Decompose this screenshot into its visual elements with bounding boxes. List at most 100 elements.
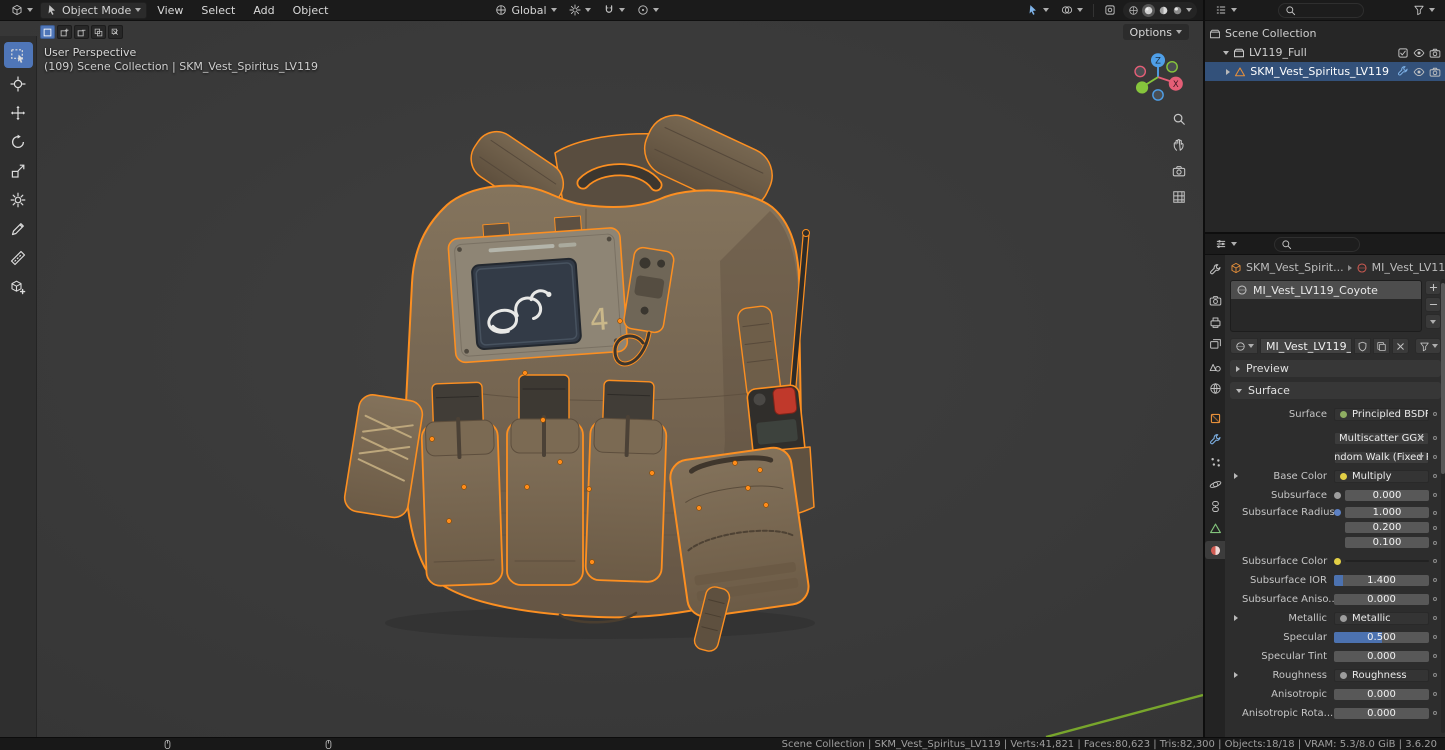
navigation-gizmo[interactable]: Z X: [1126, 49, 1190, 109]
animate-dot[interactable]: [1433, 455, 1437, 459]
select-mode-new-button[interactable]: [40, 25, 55, 39]
tab-material[interactable]: [1205, 541, 1225, 559]
anisotropic-value[interactable]: 0.000: [1334, 689, 1429, 700]
specular-slider[interactable]: 0.500: [1334, 632, 1429, 643]
animate-dot[interactable]: [1433, 412, 1437, 416]
camera-view-button[interactable]: [1166, 161, 1192, 181]
menu-view[interactable]: View: [149, 2, 191, 19]
tool-annotate[interactable]: [4, 216, 33, 242]
outliner-row-collection[interactable]: LV119_Full: [1205, 43, 1445, 62]
viewport-3d[interactable]: 4: [0, 21, 1203, 737]
unlink-material-button[interactable]: [1392, 338, 1409, 354]
material-slot-list[interactable]: MI_Vest_LV119_Coyote: [1230, 280, 1422, 332]
hide-eye-icon[interactable]: [1413, 66, 1425, 78]
zoom-button[interactable]: [1166, 109, 1192, 129]
disclosure-down-icon[interactable]: [1223, 51, 1229, 55]
outliner-editor-type-button[interactable]: [1210, 2, 1242, 19]
animate-dot[interactable]: [1433, 711, 1437, 715]
breadcrumb-material[interactable]: MI_Vest_LV11...: [1356, 261, 1445, 274]
panel-preview[interactable]: Preview: [1230, 360, 1441, 377]
menu-object[interactable]: Object: [285, 2, 337, 19]
remove-slot-button[interactable]: [1425, 297, 1441, 312]
animate-dot[interactable]: [1433, 436, 1437, 440]
tool-measure[interactable]: [4, 245, 33, 271]
tool-add-cube[interactable]: [4, 274, 33, 300]
tab-tool[interactable]: [1205, 261, 1225, 279]
snap-toggle[interactable]: [598, 2, 630, 19]
animate-dot[interactable]: [1433, 541, 1437, 545]
hide-eye-icon[interactable]: [1413, 47, 1425, 59]
menu-add[interactable]: Add: [245, 2, 282, 19]
tool-scale[interactable]: [4, 158, 33, 184]
tool-select-box[interactable]: [4, 42, 33, 68]
outliner-search-input[interactable]: [1278, 3, 1364, 18]
modifier-wrench-icon[interactable]: [1397, 66, 1409, 78]
base-color-node-menu[interactable]: Multiply: [1334, 470, 1429, 483]
shading-solid-active[interactable]: [1142, 4, 1155, 17]
specular-tint-value[interactable]: 0.000: [1334, 651, 1429, 662]
proportional-edit-dropdown[interactable]: [632, 2, 664, 19]
render-camera-icon[interactable]: [1429, 66, 1441, 78]
select-mode-intersect-button[interactable]: [108, 25, 123, 39]
viewport-scene[interactable]: 4: [0, 21, 1203, 737]
editor-type-button[interactable]: [6, 2, 38, 19]
tab-modifiers[interactable]: [1205, 431, 1225, 449]
disclosure-right-icon[interactable]: [1226, 69, 1230, 75]
render-camera-icon[interactable]: [1429, 47, 1441, 59]
animate-dot[interactable]: [1433, 511, 1437, 515]
tool-rotate[interactable]: [4, 129, 33, 155]
subsurface-radius-z[interactable]: 0.100: [1345, 537, 1429, 548]
menu-select[interactable]: Select: [193, 2, 243, 19]
outliner-filter-button[interactable]: [1408, 2, 1440, 19]
add-slot-button[interactable]: [1425, 280, 1441, 295]
tool-cursor[interactable]: [4, 71, 33, 97]
select-mode-subtract-button[interactable]: [74, 25, 89, 39]
metallic-node-menu[interactable]: Metallic: [1334, 612, 1429, 625]
shading-rendered-icon[interactable]: [1172, 5, 1183, 16]
breadcrumb-object[interactable]: SKM_Vest_Spirit...: [1230, 261, 1344, 274]
surface-shader-menu[interactable]: Principled BSDF: [1334, 408, 1429, 421]
animate-dot[interactable]: [1433, 526, 1437, 530]
expand-icon[interactable]: [1234, 473, 1238, 479]
tab-object[interactable]: [1205, 409, 1225, 427]
animate-dot[interactable]: [1433, 635, 1437, 639]
tab-constraints[interactable]: [1205, 497, 1225, 515]
animate-dot[interactable]: [1433, 616, 1437, 620]
animate-dot[interactable]: [1433, 559, 1437, 563]
animate-dot[interactable]: [1433, 692, 1437, 696]
shading-material-icon[interactable]: [1158, 5, 1169, 16]
distribution-dropdown[interactable]: Multiscatter GGX: [1334, 432, 1429, 445]
tab-scene[interactable]: [1205, 357, 1225, 375]
properties-scrollbar[interactable]: [1441, 279, 1445, 733]
overlays-dropdown[interactable]: [1056, 2, 1088, 19]
animate-dot[interactable]: [1433, 474, 1437, 478]
outliner-row-vest-object[interactable]: SKM_Vest_Spiritus_LV119: [1205, 62, 1445, 81]
expand-icon[interactable]: [1234, 615, 1238, 621]
xray-toggle[interactable]: [1099, 2, 1121, 19]
show-gizmo-dropdown[interactable]: [1022, 2, 1054, 19]
fake-user-shield-button[interactable]: [1354, 338, 1371, 354]
animate-dot[interactable]: [1433, 493, 1437, 497]
tab-physics[interactable]: [1205, 475, 1225, 493]
browse-material-button[interactable]: [1230, 338, 1258, 354]
tab-particles[interactable]: [1205, 453, 1225, 471]
material-name-field[interactable]: MI_Vest_LV119_Coyote: [1260, 338, 1352, 354]
properties-search-input[interactable]: [1274, 237, 1360, 252]
tab-view-layer[interactable]: [1205, 335, 1225, 353]
properties-editor-type-button[interactable]: [1210, 236, 1242, 253]
exclude-checkbox-icon[interactable]: [1397, 47, 1409, 59]
subsurface-value[interactable]: 0.000: [1345, 490, 1429, 501]
subsurface-color-swatch[interactable]: [1345, 560, 1429, 562]
animate-dot[interactable]: [1433, 597, 1437, 601]
animate-dot[interactable]: [1433, 654, 1437, 658]
anisotropic-rotation-value[interactable]: 0.000: [1334, 708, 1429, 719]
tool-move[interactable]: [4, 100, 33, 126]
mode-dropdown[interactable]: Object Mode: [40, 2, 147, 19]
transform-orientation-dropdown[interactable]: Global: [490, 2, 561, 19]
tab-object-data[interactable]: [1205, 519, 1225, 537]
options-dropdown[interactable]: Options: [1123, 24, 1189, 40]
subsurface-ior-slider[interactable]: 1.400: [1334, 575, 1429, 586]
tab-output[interactable]: [1205, 313, 1225, 331]
ortho-toggle-button[interactable]: [1166, 187, 1192, 207]
material-slot-row[interactable]: MI_Vest_LV119_Coyote: [1231, 281, 1421, 299]
